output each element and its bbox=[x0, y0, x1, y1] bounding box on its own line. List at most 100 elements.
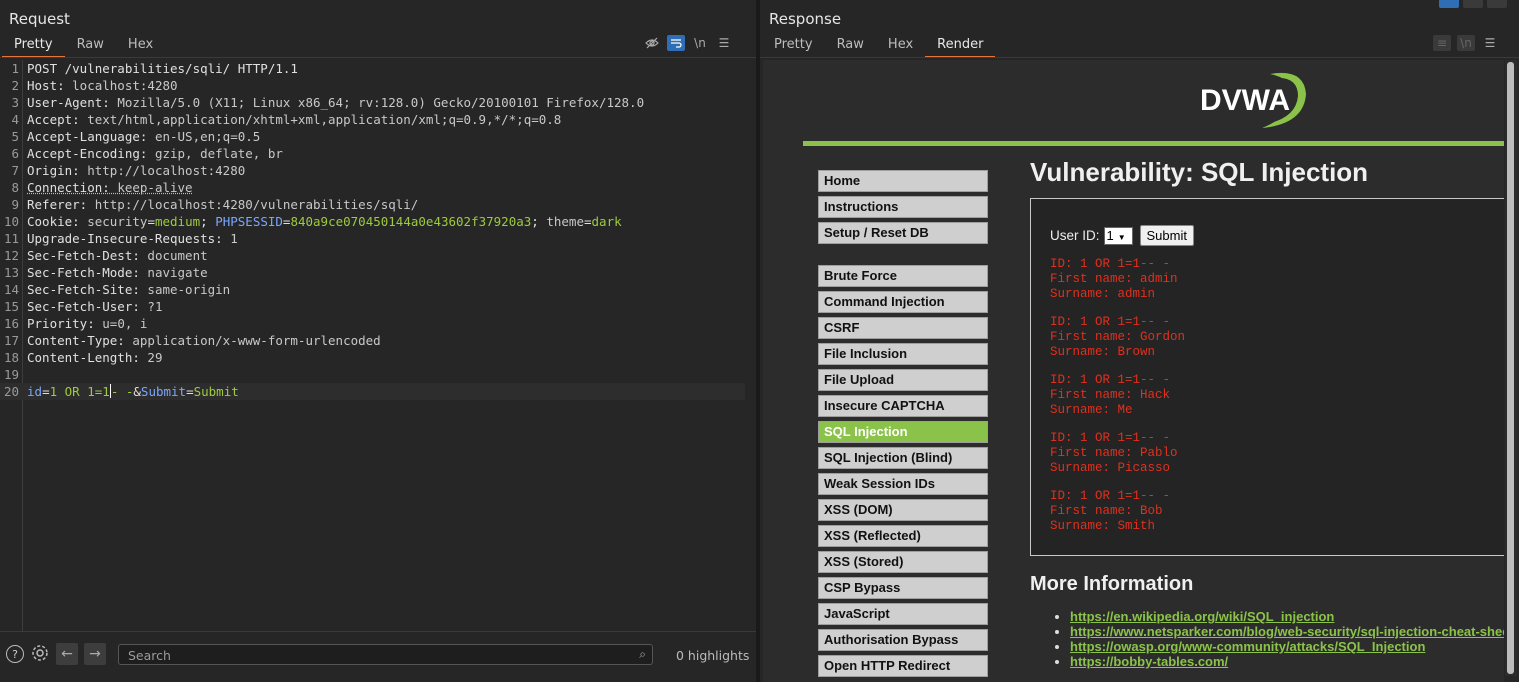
menu-item-instructions[interactable]: Instructions bbox=[818, 196, 988, 218]
tab-render[interactable]: Render bbox=[925, 34, 996, 58]
menu-item-javascript[interactable]: JavaScript bbox=[818, 603, 988, 625]
tab-raw[interactable]: Raw bbox=[65, 34, 116, 56]
line-text[interactable]: Sec-Fetch-User: ?1 bbox=[27, 298, 162, 315]
request-line[interactable]: 12 Sec-Fetch-Dest: document bbox=[0, 247, 756, 264]
menu-item-command-injection[interactable]: Command Injection bbox=[818, 291, 988, 313]
request-line[interactable]: 4 Accept: text/html,application/xhtml+xml… bbox=[0, 111, 756, 128]
more-info-heading: More Information bbox=[1030, 573, 1194, 595]
menu-item-xss-reflected-[interactable]: XSS (Reflected) bbox=[818, 525, 988, 547]
request-line[interactable]: 7 Origin: http://localhost:4280 bbox=[0, 162, 756, 179]
external-link[interactable]: https://owasp.org/www-community/attacks/… bbox=[1070, 639, 1425, 654]
token: Accept-Encoding: bbox=[27, 146, 155, 161]
token: Sec-Fetch-Mode: bbox=[27, 265, 148, 280]
line-text[interactable]: Sec-Fetch-Dest: document bbox=[27, 247, 208, 264]
menu-item-authorisation-bypass[interactable]: Authorisation Bypass bbox=[818, 629, 988, 651]
newline-toggle[interactable]: \n bbox=[691, 35, 709, 51]
tab-pretty[interactable]: Pretty bbox=[762, 34, 825, 56]
request-line[interactable]: 20 id=1 OR 1=1- -&Submit=Submit bbox=[0, 383, 745, 400]
menu-item-insecure-captcha[interactable]: Insecure CAPTCHA bbox=[818, 395, 988, 417]
help-icon[interactable]: ? bbox=[6, 645, 24, 663]
wrap-lines-icon[interactable] bbox=[667, 35, 685, 51]
line-text[interactable]: Origin: http://localhost:4280 bbox=[27, 162, 245, 179]
line-text[interactable]: Accept-Encoding: gzip, deflate, br bbox=[27, 145, 283, 162]
line-text[interactable]: Priority: u=0, i bbox=[27, 315, 147, 332]
line-text[interactable]: Host: localhost:4280 bbox=[27, 77, 178, 94]
logo-text: DVWA bbox=[1200, 84, 1290, 117]
external-link[interactable]: https://en.wikipedia.org/wiki/SQL_inject… bbox=[1070, 609, 1334, 624]
token: security bbox=[87, 214, 148, 229]
request-line[interactable]: 17 Content-Type: application/x-www-form-u… bbox=[0, 332, 756, 349]
menu-item-file-inclusion[interactable]: File Inclusion bbox=[818, 343, 988, 365]
scrollbar-thumb[interactable] bbox=[1507, 62, 1514, 674]
line-text[interactable]: Accept-Language: en-US,en;q=0.5 bbox=[27, 128, 260, 145]
request-line[interactable]: 3 User-Agent: Mozilla/5.0 (X11; Linux x86… bbox=[0, 94, 756, 111]
line-text[interactable]: id=1 OR 1=1- -&Submit=Submit bbox=[27, 383, 239, 400]
request-line[interactable]: 15 Sec-Fetch-User: ?1 bbox=[0, 298, 756, 315]
layout-single-icon[interactable] bbox=[1487, 0, 1507, 8]
request-line[interactable]: 14 Sec-Fetch-Site: same-origin bbox=[0, 281, 756, 298]
layout-horizontal-icon[interactable] bbox=[1463, 0, 1483, 8]
tab-hex[interactable]: Hex bbox=[876, 34, 925, 56]
line-text[interactable]: Content-Type: application/x-www-form-url… bbox=[27, 332, 381, 349]
menu-item-home[interactable]: Home bbox=[818, 170, 988, 192]
token: id bbox=[27, 384, 43, 399]
settings-gear-icon[interactable] bbox=[30, 643, 50, 663]
back-arrow-icon[interactable]: ← bbox=[56, 643, 78, 665]
line-text[interactable]: Referer: http://localhost:4280/vulnerabi… bbox=[27, 196, 418, 213]
vertical-scrollbar[interactable] bbox=[1505, 60, 1517, 676]
request-line[interactable]: 5 Accept-Language: en-US,en;q=0.5 bbox=[0, 128, 756, 145]
menu-item-xss-stored-[interactable]: XSS (Stored) bbox=[818, 551, 988, 573]
request-line[interactable]: 11 Upgrade-Insecure-Requests: 1 bbox=[0, 230, 756, 247]
line-text[interactable]: Sec-Fetch-Mode: navigate bbox=[27, 264, 208, 281]
request-line[interactable]: 13 Sec-Fetch-Mode: navigate bbox=[0, 264, 756, 281]
request-toolbar: \n ☰ bbox=[643, 35, 733, 51]
request-line[interactable]: 8 Connection: keep-alive bbox=[0, 179, 756, 196]
line-text[interactable]: POST /vulnerabilities/sqli/ HTTP/1.1 bbox=[27, 60, 298, 77]
menu-item-brute-force[interactable]: Brute Force bbox=[818, 265, 988, 287]
line-text[interactable]: User-Agent: Mozilla/5.0 (X11; Linux x86_… bbox=[27, 94, 644, 111]
menu-item-open-http-redirect[interactable]: Open HTTP Redirect bbox=[818, 655, 988, 677]
request-line[interactable]: 10 Cookie: security=medium; PHPSESSID=840… bbox=[0, 213, 756, 230]
line-number: 17 bbox=[3, 333, 19, 348]
layout-split-icon[interactable] bbox=[1439, 0, 1459, 8]
menu-item-sql-injection[interactable]: SQL Injection bbox=[818, 421, 988, 443]
menu-item-csrf[interactable]: CSRF bbox=[818, 317, 988, 339]
menu-item-sql-injection-blind-[interactable]: SQL Injection (Blind) bbox=[818, 447, 988, 469]
menu-icon[interactable]: ☰ bbox=[1481, 35, 1499, 51]
menu-item-setup-reset-db[interactable]: Setup / Reset DB bbox=[818, 222, 988, 244]
search-icon[interactable]: ⌕ bbox=[639, 647, 646, 662]
external-link[interactable]: https://www.netsparker.com/blog/web-secu… bbox=[1070, 624, 1504, 639]
line-text[interactable]: Upgrade-Insecure-Requests: 1 bbox=[27, 230, 238, 247]
tab-raw[interactable]: Raw bbox=[825, 34, 876, 56]
menu-item-csp-bypass[interactable]: CSP Bypass bbox=[818, 577, 988, 599]
menu-item-xss-dom-[interactable]: XSS (DOM) bbox=[818, 499, 988, 521]
line-text[interactable]: Content-Length: 29 bbox=[27, 349, 162, 366]
request-line[interactable]: 18 Content-Length: 29 bbox=[0, 349, 756, 366]
line-text[interactable]: Accept: text/html,application/xhtml+xml,… bbox=[27, 111, 561, 128]
request-line[interactable]: 1 POST /vulnerabilities/sqli/ HTTP/1.1 bbox=[0, 60, 756, 77]
line-text[interactable]: Connection: keep-alive bbox=[27, 179, 193, 196]
submit-button[interactable]: Submit bbox=[1139, 225, 1194, 246]
menu-item-weak-session-ids[interactable]: Weak Session IDs bbox=[818, 473, 988, 495]
request-line[interactable]: 6 Accept-Encoding: gzip, deflate, br bbox=[0, 145, 756, 162]
request-line[interactable]: 9 Referer: http://localhost:4280/vulnerab… bbox=[0, 196, 756, 213]
line-text[interactable]: Cookie: security=medium; PHPSESSID=840a9… bbox=[27, 213, 622, 230]
search-input[interactable] bbox=[126, 647, 630, 664]
forward-arrow-icon[interactable]: → bbox=[84, 643, 106, 665]
request-line[interactable]: 2 Host: localhost:4280 bbox=[0, 77, 756, 94]
tab-hex[interactable]: Hex bbox=[116, 34, 165, 56]
external-link[interactable]: https://bobby-tables.com/ bbox=[1070, 654, 1228, 669]
hide-eye-icon[interactable] bbox=[643, 35, 661, 51]
link-item: https://owasp.org/www-community/attacks/… bbox=[1070, 639, 1504, 654]
search-box[interactable]: ⌕ bbox=[118, 644, 653, 665]
menu-item-file-upload[interactable]: File Upload bbox=[818, 369, 988, 391]
token: = bbox=[42, 384, 50, 399]
menu-icon[interactable]: ☰ bbox=[715, 35, 733, 51]
tab-pretty[interactable]: Pretty bbox=[2, 34, 65, 58]
request-editor[interactable]: 1 POST /vulnerabilities/sqli/ HTTP/1.1 2 Ho… bbox=[0, 60, 756, 400]
request-line[interactable]: 19 bbox=[0, 366, 756, 383]
newline-toggle: \n bbox=[1457, 35, 1475, 51]
line-text[interactable]: Sec-Fetch-Site: same-origin bbox=[27, 281, 230, 298]
request-line[interactable]: 16 Priority: u=0, i bbox=[0, 315, 756, 332]
user-id-select[interactable]: 1 ▼ bbox=[1103, 226, 1133, 245]
